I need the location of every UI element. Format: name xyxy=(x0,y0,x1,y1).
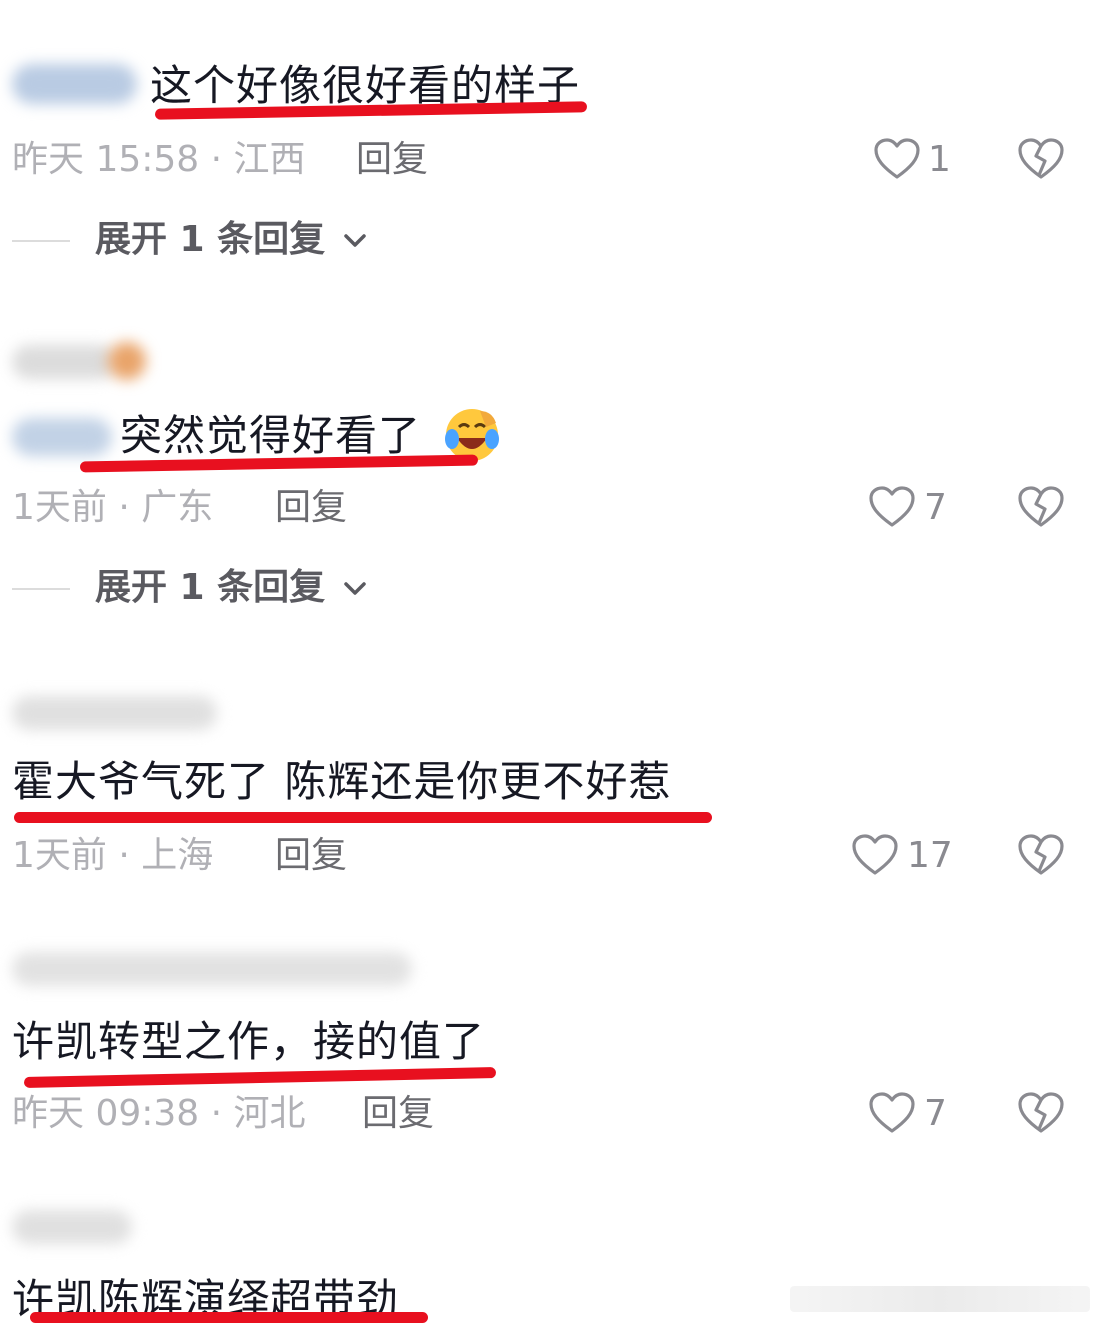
reply-button[interactable]: 回复 xyxy=(275,486,347,530)
comment-text: 霍大爷气死了 陈辉还是你更不好惹 xyxy=(12,757,672,806)
heart-outline-icon[interactable] xyxy=(851,833,899,877)
expand-replies-button[interactable]: 展开 1 条回复 xyxy=(95,218,368,262)
comment-time-location: 1天前 · 上海 xyxy=(12,835,214,876)
blurred-username xyxy=(12,952,412,986)
heart-outline-icon[interactable] xyxy=(868,485,916,529)
blurred-username xyxy=(12,418,112,456)
comment-time-location: 1天前 · 广东 xyxy=(12,487,214,528)
heart-outline-icon[interactable] xyxy=(868,1091,916,1135)
broken-heart-icon[interactable] xyxy=(1017,485,1065,529)
red-underline xyxy=(30,1312,428,1323)
like-count: 17 xyxy=(907,835,953,876)
comment-time-location: 昨天 15:58 · 江西 xyxy=(12,139,306,180)
reply-button[interactable]: 回复 xyxy=(356,138,428,182)
watermark xyxy=(790,1286,1090,1312)
expand-divider xyxy=(12,240,70,242)
like-count: 1 xyxy=(928,139,951,180)
red-underline xyxy=(23,1067,497,1088)
chevron-down-icon xyxy=(343,234,366,247)
comment-text: 许凯转型之作，接的值了 xyxy=(12,1017,486,1066)
heart-outline-icon[interactable] xyxy=(873,137,921,181)
reply-button[interactable]: 回复 xyxy=(362,1092,434,1136)
blurred-username-header xyxy=(12,345,117,379)
comment-text: 突然觉得好看了 xyxy=(120,411,422,460)
blurred-username xyxy=(12,696,217,730)
broken-heart-icon[interactable] xyxy=(1017,137,1065,181)
expand-replies-button[interactable]: 展开 1 条回复 xyxy=(95,566,368,610)
like-count: 7 xyxy=(924,1093,947,1134)
blurred-avatar xyxy=(108,342,146,380)
red-underline xyxy=(14,812,712,823)
broken-heart-icon[interactable] xyxy=(1017,833,1065,877)
like-count: 7 xyxy=(924,487,947,528)
comment-time-location: 昨天 09:38 · 河北 xyxy=(12,1093,306,1134)
chevron-down-icon xyxy=(343,582,366,595)
expand-replies-label: 展开 1 条回复 xyxy=(95,567,326,608)
blurred-username xyxy=(12,64,137,104)
broken-heart-icon[interactable] xyxy=(1017,1091,1065,1135)
blurred-username xyxy=(12,1210,132,1244)
expand-replies-label: 展开 1 条回复 xyxy=(95,219,326,260)
reply-button[interactable]: 回复 xyxy=(275,834,347,878)
expand-divider xyxy=(12,588,70,590)
